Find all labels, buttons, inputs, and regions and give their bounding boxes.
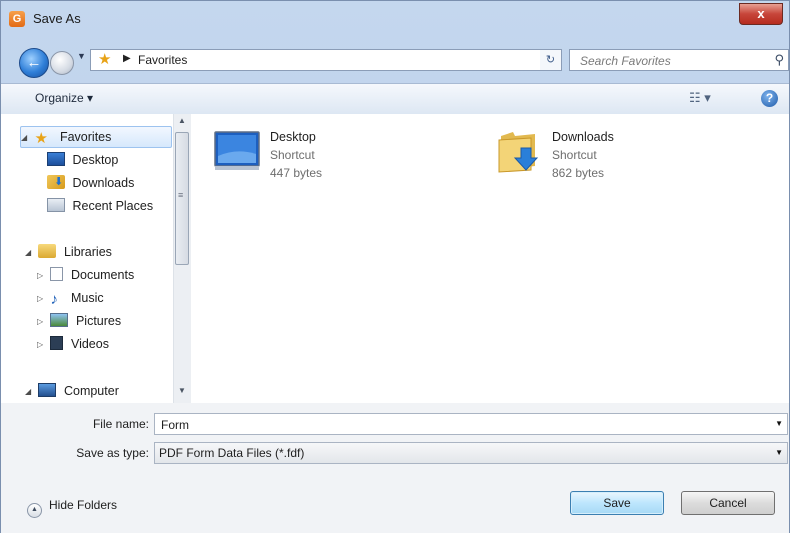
- search-input[interactable]: [578, 52, 762, 70]
- file-name: Desktop: [270, 130, 316, 144]
- collapse-arrow-icon[interactable]: ▷: [37, 312, 47, 332]
- sidebar-item-favorites[interactable]: ◢ ★ Favorites: [20, 126, 172, 148]
- address-bar[interactable]: ★ ▶ Favorites ▼: [90, 49, 560, 71]
- desktop-icon: [47, 152, 65, 166]
- app-icon: G: [9, 11, 25, 27]
- refresh-button[interactable]: ↻: [540, 49, 562, 71]
- file-size: 862 bytes: [552, 166, 605, 180]
- sidebar-item-music[interactable]: ▷ ♪ Music: [37, 288, 104, 308]
- music-icon: ♪: [50, 291, 58, 308]
- navigation-bar: ← ▼ ★ ▶ Favorites ▼ ↻ ⚲: [1, 37, 789, 81]
- sidebar-item-label: Computer: [63, 384, 119, 398]
- favorites-star-icon: ★: [98, 51, 112, 68]
- hide-folders-button[interactable]: ▲ Hide Folders: [27, 498, 117, 518]
- sidebar-item-label: Videos: [70, 337, 109, 351]
- save-as-dialog: G Save As x ← ▼ ★ ▶ Favorites ▼ ↻ ⚲ Orga…: [0, 0, 790, 533]
- sidebar-item-videos[interactable]: ▷ Videos: [37, 334, 109, 354]
- search-icon[interactable]: ⚲: [774, 52, 784, 68]
- cancel-button[interactable]: Cancel: [681, 491, 775, 515]
- scroll-up-icon[interactable]: ▲: [178, 116, 186, 125]
- chevron-down-icon[interactable]: ▼: [775, 419, 783, 428]
- file-name-field[interactable]: [159, 416, 743, 434]
- help-button[interactable]: ?: [761, 90, 778, 107]
- downloads-large-icon: [495, 126, 543, 174]
- sidebar-item-documents[interactable]: ▷ Documents: [37, 265, 134, 285]
- save-options-panel: File name: ▼ Save as type: PDF Form Data…: [1, 403, 789, 533]
- title-bar[interactable]: G Save As x: [1, 1, 789, 37]
- search-box[interactable]: ⚲: [569, 49, 789, 71]
- documents-icon: [50, 267, 64, 281]
- chevron-down-icon[interactable]: ▼: [775, 448, 783, 457]
- view-options-icon[interactable]: ☷ ▾: [689, 90, 711, 106]
- chevron-up-icon: ▲: [27, 503, 42, 518]
- collapse-arrow-icon[interactable]: ▷: [37, 335, 47, 355]
- scrollbar-grip-icon: ≡: [178, 190, 184, 200]
- favorites-star-icon: ★: [34, 130, 48, 147]
- sidebar-item-downloads[interactable]: ⬇ Downloads: [47, 173, 134, 193]
- sidebar-item-label: Recent Places: [72, 199, 154, 213]
- save-as-type-label: Save as type:: [76, 446, 149, 460]
- file-type: Shortcut: [552, 148, 597, 162]
- downloads-icon: ⬇: [47, 175, 65, 189]
- sidebar-item-desktop[interactable]: Desktop: [47, 150, 118, 170]
- recent-pages-dropdown-icon[interactable]: ▼: [77, 51, 86, 61]
- back-button[interactable]: ←: [19, 48, 49, 78]
- save-button[interactable]: Save: [570, 491, 664, 515]
- navigation-pane: ◢ ★ Favorites Desktop ⬇ Downloads Recent…: [1, 114, 191, 403]
- computer-icon: [38, 383, 57, 397]
- save-as-type-select[interactable]: PDF Form Data Files (*.fdf) ▼: [154, 442, 788, 464]
- sidebar-item-recent-places[interactable]: Recent Places: [47, 196, 153, 216]
- videos-icon: [50, 336, 64, 350]
- sidebar-item-label: Libraries: [63, 245, 112, 259]
- expand-arrow-icon[interactable]: ◢: [25, 243, 35, 263]
- desktop-large-icon: [213, 126, 261, 174]
- hide-folders-label: Hide Folders: [49, 498, 118, 512]
- expand-arrow-icon[interactable]: ◢: [21, 128, 31, 148]
- file-name: Downloads: [552, 130, 614, 144]
- file-size: 447 bytes: [270, 166, 323, 180]
- file-name-label: File name:: [92, 417, 149, 431]
- file-item-desktop[interactable]: Desktop Shortcut 447 bytes: [213, 126, 453, 186]
- expand-arrow-icon[interactable]: ◢: [25, 382, 35, 402]
- file-name-combobox[interactable]: ▼: [154, 413, 788, 435]
- scroll-down-icon[interactable]: ▼: [178, 386, 186, 395]
- forward-button[interactable]: [50, 51, 74, 75]
- navigation-pane-scrollbar[interactable]: ▲ ≡ ▼: [173, 114, 191, 403]
- organize-button[interactable]: Organize ▾: [35, 91, 93, 105]
- sidebar-item-computer[interactable]: ◢ Computer: [25, 381, 119, 401]
- sidebar-item-label: Pictures: [75, 314, 122, 328]
- file-list: Desktop Shortcut 447 bytes Downloads Sho…: [191, 114, 789, 403]
- sidebar-item-label: Desktop: [72, 153, 119, 167]
- recent-places-icon: [47, 198, 65, 212]
- window-title: Save As: [33, 11, 81, 26]
- sidebar-item-libraries[interactable]: ◢ Libraries: [25, 242, 112, 262]
- sidebar-item-label: Documents: [70, 268, 135, 282]
- pictures-icon: [50, 313, 69, 327]
- close-button[interactable]: x: [739, 3, 783, 25]
- sidebar-item-label: Music: [70, 291, 104, 305]
- save-as-type-value: PDF Form Data Files (*.fdf): [159, 446, 305, 460]
- collapse-arrow-icon[interactable]: ▷: [37, 289, 47, 309]
- file-item-downloads[interactable]: Downloads Shortcut 862 bytes: [495, 126, 735, 186]
- sidebar-item-label: Favorites: [59, 130, 112, 144]
- sidebar-item-label: Downloads: [72, 176, 135, 190]
- command-bar: Organize ▾ ☷ ▾ ?: [1, 83, 789, 115]
- file-type: Shortcut: [270, 148, 315, 162]
- libraries-icon: [38, 244, 57, 258]
- collapse-arrow-icon[interactable]: ▷: [37, 266, 47, 286]
- breadcrumb-separator-icon[interactable]: ▶: [123, 53, 131, 64]
- breadcrumb-favorites[interactable]: Favorites: [138, 53, 187, 67]
- sidebar-item-pictures[interactable]: ▷ Pictures: [37, 311, 121, 331]
